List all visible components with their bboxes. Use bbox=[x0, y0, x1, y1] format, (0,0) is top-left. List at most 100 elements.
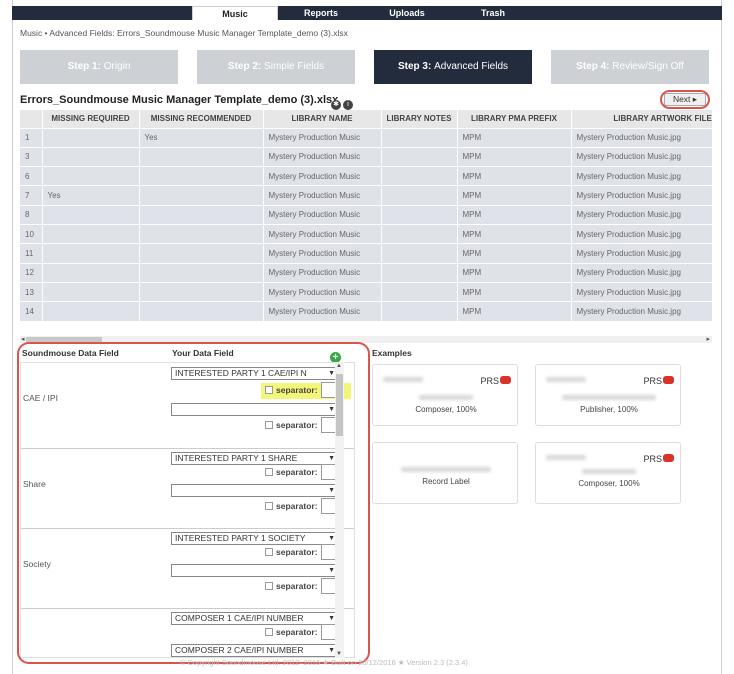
cell-library-pma-prefix[interactable]: MPM bbox=[457, 204, 572, 225]
cell-library-pma-prefix[interactable]: MPM bbox=[457, 166, 572, 186]
cell-library-pma-prefix[interactable]: MPM bbox=[457, 281, 572, 302]
cell-library-pma-prefix[interactable]: MPM bbox=[457, 127, 572, 148]
cell-library-name[interactable]: Mystery Production Music bbox=[263, 127, 382, 148]
table-row[interactable]: 10 Mystery Production Music MPM Mystery Pro… bbox=[20, 223, 712, 244]
cell-missing-recommended[interactable] bbox=[139, 243, 264, 264]
cell-library-pma-prefix[interactable]: MPM bbox=[457, 146, 572, 167]
cell-missing-required[interactable] bbox=[42, 223, 140, 244]
cell-library-notes[interactable] bbox=[381, 166, 458, 186]
cell-missing-recommended[interactable] bbox=[139, 204, 264, 225]
cell-missing-required[interactable] bbox=[42, 146, 140, 167]
cell-library-notes[interactable] bbox=[381, 223, 458, 244]
table-row[interactable]: 12 Mystery Production Music MPM Mystery Pro… bbox=[20, 262, 712, 283]
cell-library-pma-prefix[interactable]: MPM bbox=[457, 262, 572, 283]
cell-missing-recommended[interactable] bbox=[139, 262, 264, 283]
cell-missing-recommended[interactable]: Yes bbox=[139, 127, 264, 148]
cell-library-notes[interactable] bbox=[381, 243, 458, 264]
cell-library-notes[interactable] bbox=[381, 127, 458, 148]
col-header-missing-required[interactable]: MISSING REQUIRED bbox=[42, 110, 140, 128]
cell-library-name[interactable]: Mystery Production Music bbox=[263, 262, 382, 283]
cell-library-notes[interactable] bbox=[381, 281, 458, 302]
cell-library-notes[interactable] bbox=[381, 146, 458, 167]
col-header-library-name[interactable]: LIBRARY NAME bbox=[263, 110, 382, 128]
cell-library-notes[interactable] bbox=[381, 262, 458, 283]
cell-missing-required[interactable] bbox=[42, 301, 140, 321]
cell-library-name[interactable]: Mystery Production Music bbox=[263, 223, 382, 244]
cell-library-pma-prefix[interactable]: MPM bbox=[457, 223, 572, 244]
cell-library-name[interactable]: Mystery Production Music bbox=[263, 146, 382, 167]
cell-library-name[interactable]: Mystery Production Music bbox=[263, 185, 382, 206]
cell-rownum[interactable]: 13 bbox=[20, 281, 43, 302]
cell-library-artwork-file-name[interactable]: Mystery Production Music.jpg bbox=[571, 301, 712, 321]
cell-library-artwork-file-name[interactable]: Mystery Production Music.jpg bbox=[571, 204, 712, 225]
table-row[interactable]: 3 Mystery Production Music MPM Mystery Prod… bbox=[20, 146, 712, 167]
cell-library-notes[interactable] bbox=[381, 301, 458, 321]
cell-missing-required[interactable] bbox=[42, 262, 140, 283]
cell-library-name[interactable]: Mystery Production Music bbox=[263, 281, 382, 302]
col-header-library-notes[interactable]: LIBRARY NOTES bbox=[381, 110, 458, 128]
cell-missing-recommended[interactable] bbox=[139, 166, 264, 186]
cell-rownum[interactable]: 1 bbox=[20, 127, 43, 148]
cell-missing-recommended[interactable] bbox=[139, 301, 264, 321]
table-row[interactable]: 8 Mystery Production Music MPM Mystery Prod… bbox=[20, 204, 712, 225]
cell-missing-required[interactable] bbox=[42, 166, 140, 186]
cell-missing-recommended[interactable] bbox=[139, 146, 264, 167]
cell-library-pma-prefix[interactable]: MPM bbox=[457, 243, 572, 264]
tab-trash[interactable]: Trash bbox=[450, 6, 536, 20]
cell-library-name[interactable]: Mystery Production Music bbox=[263, 301, 382, 321]
info-icon[interactable]: i bbox=[343, 100, 353, 110]
cell-library-artwork-file-name[interactable]: Mystery Production Music.jpg bbox=[571, 281, 712, 302]
col-header-library-pma-prefix[interactable]: LIBRARY PMA PREFIX bbox=[457, 110, 572, 128]
cell-library-name[interactable]: Mystery Production Music bbox=[263, 243, 382, 264]
cell-missing-required[interactable] bbox=[42, 243, 140, 264]
step-4-num: Step 4: bbox=[576, 61, 610, 72]
step-3-label: Advanced Fields bbox=[434, 61, 509, 72]
cell-library-artwork-file-name[interactable]: Mystery Production Music.jpg bbox=[571, 262, 712, 283]
cell-library-pma-prefix[interactable]: MPM bbox=[457, 301, 572, 321]
step-3-button[interactable]: Step 3: Advanced Fields bbox=[374, 50, 532, 84]
cell-rownum[interactable]: 6 bbox=[20, 166, 43, 186]
cell-rownum[interactable]: 8 bbox=[20, 204, 43, 225]
col-header-rownum[interactable] bbox=[20, 110, 43, 128]
table-row[interactable]: 14 Mystery Production Music MPM Mystery Pro… bbox=[20, 301, 712, 321]
cell-rownum[interactable]: 7 bbox=[20, 185, 43, 206]
table-row[interactable]: 11 Mystery Production Music MPM Mystery Pro… bbox=[20, 243, 712, 264]
cell-rownum[interactable]: 14 bbox=[20, 301, 43, 321]
cell-rownum[interactable]: 12 bbox=[20, 262, 43, 283]
cell-library-artwork-file-name[interactable]: Mystery Production Music.jpg bbox=[571, 185, 712, 206]
table-row[interactable]: 6 Mystery Production Music MPM Mystery Prod… bbox=[20, 166, 712, 186]
cell-library-notes[interactable] bbox=[381, 185, 458, 206]
tab-uploads[interactable]: Uploads bbox=[364, 6, 450, 20]
cell-missing-required[interactable] bbox=[42, 281, 140, 302]
scroll-right-icon[interactable]: ▸ bbox=[706, 335, 710, 343]
cell-library-name[interactable]: Mystery Production Music bbox=[263, 204, 382, 225]
settings-icon[interactable]: ✱ bbox=[331, 100, 341, 110]
cell-missing-recommended[interactable] bbox=[139, 185, 264, 206]
cell-library-artwork-file-name[interactable]: Mystery Production Music.jpg bbox=[571, 127, 712, 148]
cell-rownum[interactable]: 11 bbox=[20, 243, 43, 264]
tab-reports[interactable]: Reports bbox=[278, 6, 364, 20]
cell-library-artwork-file-name[interactable]: Mystery Production Music.jpg bbox=[571, 146, 712, 167]
cell-library-name[interactable]: Mystery Production Music bbox=[263, 166, 382, 186]
step-2-button[interactable]: Step 2: Simple Fields bbox=[197, 50, 355, 84]
table-row[interactable]: 13 Mystery Production Music MPM Mystery Pro… bbox=[20, 281, 712, 302]
cell-rownum[interactable]: 10 bbox=[20, 223, 43, 244]
cell-rownum[interactable]: 3 bbox=[20, 146, 43, 167]
cell-library-pma-prefix[interactable]: MPM bbox=[457, 185, 572, 206]
tab-music[interactable]: Music bbox=[192, 6, 278, 20]
cell-library-artwork-file-name[interactable]: Mystery Production Music.jpg bbox=[571, 243, 712, 264]
cell-missing-required[interactable] bbox=[42, 204, 140, 225]
step-4-button[interactable]: Step 4: Review/Sign Off bbox=[551, 50, 709, 84]
table-row[interactable]: 7 Yes Mystery Production Music MPM Mystery P… bbox=[20, 185, 712, 206]
cell-missing-required[interactable] bbox=[42, 127, 140, 148]
cell-library-artwork-file-name[interactable]: Mystery Production Music.jpg bbox=[571, 223, 712, 244]
cell-library-notes[interactable] bbox=[381, 204, 458, 225]
table-row[interactable]: 1 Yes Mystery Production Music MPM Mystery P… bbox=[20, 127, 712, 148]
col-header-missing-recommended[interactable]: MISSING RECOMMENDED bbox=[139, 110, 264, 128]
cell-missing-recommended[interactable] bbox=[139, 223, 264, 244]
col-header-library-artwork-file-name[interactable]: LIBRARY ARTWORK FILE NAME bbox=[571, 110, 712, 128]
cell-missing-required[interactable]: Yes bbox=[42, 185, 140, 206]
cell-missing-recommended[interactable] bbox=[139, 281, 264, 302]
cell-library-artwork-file-name[interactable]: Mystery Production Music.jpg bbox=[571, 166, 712, 186]
step-1-button[interactable]: Step 1: Origin bbox=[20, 50, 178, 84]
